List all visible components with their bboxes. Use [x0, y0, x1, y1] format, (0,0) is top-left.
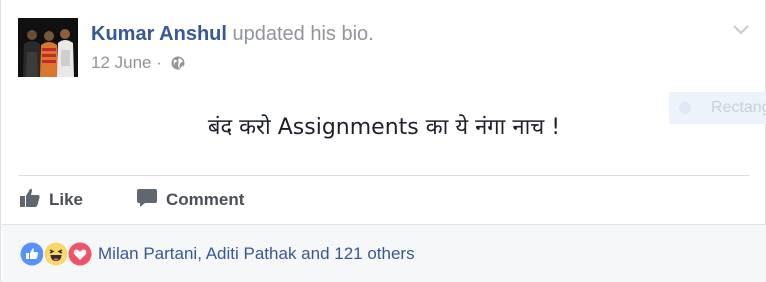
comment-label: Comment: [166, 190, 245, 209]
action-text: updated his bio.: [232, 23, 374, 45]
avatar[interactable]: [18, 18, 78, 77]
post-options-chevron-icon[interactable]: [733, 22, 749, 40]
reactions-footer: Milan Partani, Aditi Pathak and 121 othe…: [2, 224, 766, 282]
ghost-dot: [679, 102, 691, 114]
like-button[interactable]: Like: [19, 187, 99, 213]
author-name[interactable]: Kumar Anshul: [91, 23, 227, 45]
globe-icon[interactable]: [171, 55, 185, 75]
post-body-text: बंद करो Assignments का ये नंगा नाच !: [207, 115, 561, 140]
post-header: Kumar Anshul updated his bio.: [91, 22, 374, 46]
meta-separator: ·: [156, 53, 162, 72]
divider: [19, 175, 749, 176]
thumbs-up-icon: [20, 188, 40, 207]
haha-icon: [43, 241, 69, 267]
comment-icon: [137, 189, 157, 207]
post-meta: 12 June ·: [91, 53, 185, 75]
post-card: Kumar Anshul updated his bio. 12 June · …: [0, 0, 766, 282]
love-icon: [67, 241, 93, 267]
reaction-icons[interactable]: [19, 241, 95, 267]
comment-button[interactable]: Comment: [136, 187, 266, 213]
likers-text[interactable]: Milan Partani, Aditi Pathak and 121 othe…: [98, 244, 415, 264]
like-icon: [19, 241, 45, 267]
post-date[interactable]: 12 June: [91, 53, 152, 72]
avatar-photo: [18, 18, 78, 77]
like-label: Like: [49, 190, 84, 209]
